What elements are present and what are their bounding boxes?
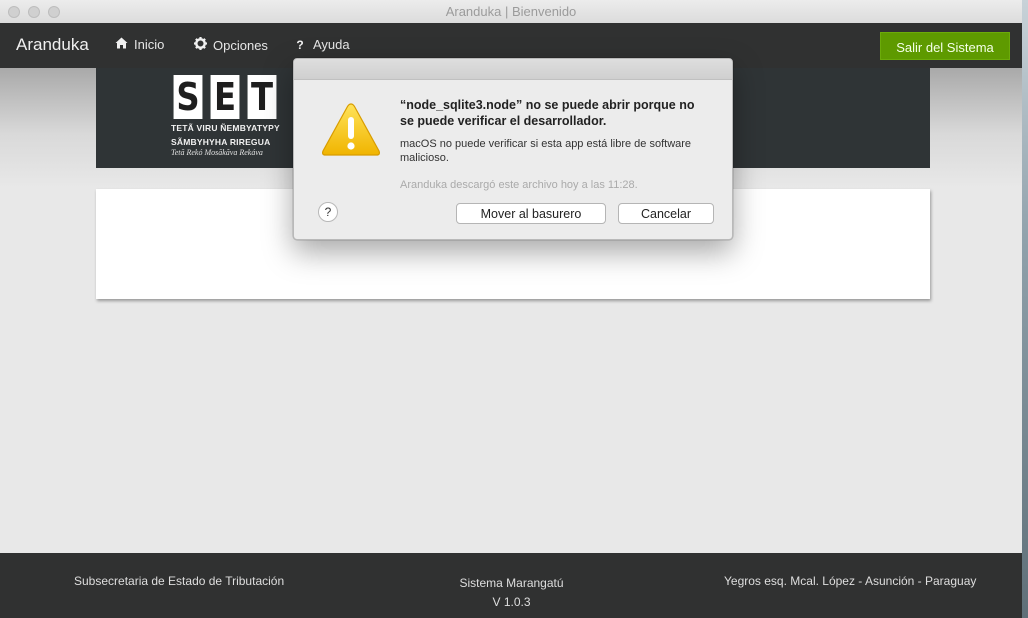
logo-signature: Tetã Rekó Mosãkãva Rekáva (171, 148, 263, 157)
logout-button[interactable]: Salir del Sistema (880, 32, 1010, 60)
footer-agency: Subsecretaria de Estado de Tributación (74, 574, 285, 588)
security-alert-dialog: “node_sqlite3.node” no se puede abrir po… (293, 58, 733, 240)
logo-line-1: TETÃ VIRU ÑEMBYATYPY (171, 123, 280, 133)
set-logo: S E T TETÃ VIRU ÑEMBYATYPY SÃMBYHYHA RIR… (171, 75, 283, 157)
help-button[interactable]: ? (318, 202, 338, 222)
warning-icon (320, 101, 382, 159)
desktop-edge (1022, 0, 1028, 618)
footer-system: Sistema Marangatú V 1.0.3 (440, 574, 583, 612)
footer-version: V 1.0.3 (492, 595, 531, 609)
dialog-title-bar (294, 59, 732, 80)
cancel-button[interactable]: Cancelar (618, 203, 714, 224)
move-to-trash-button[interactable]: Mover al basurero (456, 203, 606, 224)
nav-label-ayuda: Ayuda (313, 37, 350, 52)
footer-address: Yegros esq. Mcal. López - Asunción - Par… (724, 574, 977, 588)
nav-label-opciones: Opciones (213, 37, 268, 53)
logo-line-2: SÃMBYHYHA RIREGUA (171, 137, 271, 147)
footer-system-name: Sistema Marangatú (459, 576, 564, 590)
footer: Subsecretaria de Estado de Tributación S… (0, 553, 1022, 618)
brand-link[interactable]: Aranduka (16, 35, 89, 55)
dialog-download-note: Aranduka descargó este archivo hoy a las… (400, 179, 638, 191)
title-bar: Aranduka | Bienvenido (0, 0, 1022, 24)
nav-item-ayuda[interactable]: ? Ayuda (293, 37, 350, 52)
window-title: Aranduka | Bienvenido (445, 4, 577, 19)
dialog-message: macOS no puede verificar si esta app est… (400, 138, 692, 164)
logo-letter: S (173, 75, 203, 119)
logo-letter: E (210, 75, 240, 119)
home-icon (114, 37, 128, 52)
nav-item-inicio[interactable]: Inicio (114, 37, 164, 52)
dialog-title: “node_sqlite3.node” no se puede abrir po… (400, 98, 695, 128)
nav-label-inicio: Inicio (134, 37, 165, 52)
question-icon: ? (296, 37, 304, 52)
nav-item-opciones[interactable]: Opciones (193, 37, 268, 53)
gear-icon (193, 37, 207, 53)
logo-letter: T (247, 75, 277, 119)
app-window: Aranduka | Bienvenido Aranduka Inicio Op… (0, 0, 1022, 618)
